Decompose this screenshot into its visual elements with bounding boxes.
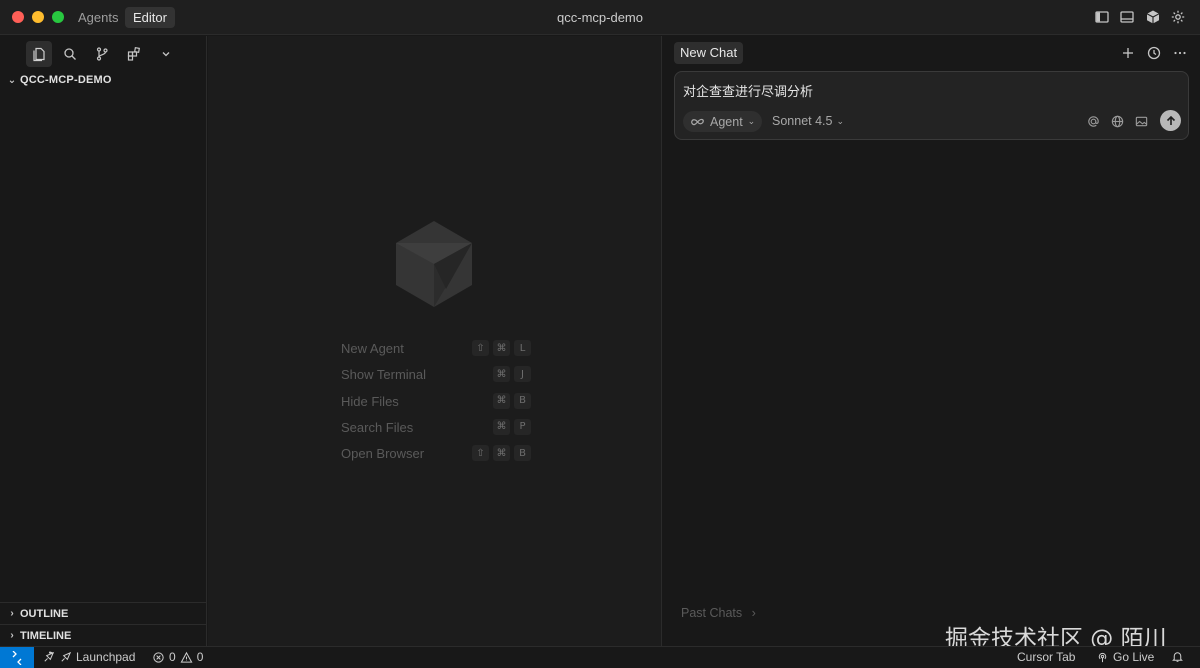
command-key: ⌘ xyxy=(493,392,510,409)
chevron-down-icon: ⌄ xyxy=(7,74,17,86)
letter-key: L xyxy=(514,340,531,356)
history-icon[interactable] xyxy=(1146,45,1162,61)
notifications-icon[interactable] xyxy=(1171,650,1184,663)
shortcut-search-files[interactable]: Search Files ⌘ P xyxy=(341,417,531,443)
letter-key: B xyxy=(514,445,531,462)
model-label: Sonnet 4.5 xyxy=(772,114,833,128)
status-bar: Launchpad 0 0 Cursor Tab Go Live xyxy=(0,646,1200,668)
rocket-icon xyxy=(61,651,72,662)
mention-icon[interactable] xyxy=(1086,114,1101,129)
go-live-item[interactable]: Go Live xyxy=(1096,650,1154,664)
folder-name: QCC-MCP-DEMO xyxy=(20,74,112,86)
warning-count: 0 xyxy=(196,650,204,664)
command-key: ⌘ xyxy=(493,366,510,383)
prompt-text[interactable]: 对企查查进行尽调分析 xyxy=(683,81,813,100)
chevron-down-icon: ⌄ xyxy=(747,116,756,126)
extensions-icon[interactable] xyxy=(121,41,147,67)
chat-composer[interactable]: 对企查查进行尽调分析 Agent ⌄ Sonnet 4.5 ⌄ xyxy=(674,71,1189,140)
chevron-down-icon: ⌄ xyxy=(836,115,845,126)
outline-section[interactable]: › OUTLINE xyxy=(0,602,206,624)
shift-key: ⇧ xyxy=(472,445,489,462)
shortcut-show-terminal[interactable]: Show Terminal ⌘ J xyxy=(341,364,531,390)
title-bar: Agents Editor qcc-mcp-demo xyxy=(0,0,1200,35)
chevron-down-icon[interactable] xyxy=(153,41,179,67)
launchpad-label: Launchpad xyxy=(76,650,136,664)
send-button[interactable] xyxy=(1160,110,1181,131)
warning-icon xyxy=(180,651,193,663)
plus-icon[interactable] xyxy=(1120,45,1136,61)
broadcast-icon xyxy=(1098,652,1107,662)
shortcut-label: Open Browser xyxy=(341,446,425,462)
infinity-icon xyxy=(691,118,704,125)
shortcut-label: New Agent xyxy=(341,341,404,356)
past-chats-label: Past Chats xyxy=(681,606,743,620)
command-key: ⌘ xyxy=(493,445,510,462)
cursor-tab-item[interactable]: Cursor Tab xyxy=(1017,650,1075,664)
command-key: ⌘ xyxy=(493,340,510,356)
cursor-tab-label: Cursor Tab xyxy=(1017,650,1076,664)
gear-icon[interactable] xyxy=(1170,9,1186,25)
chevron-right-icon: › xyxy=(751,606,756,620)
remote-indicator[interactable] xyxy=(0,647,34,668)
chat-panel: New Chat 对企查查进行尽调分析 Agent ⌄ Sonnet 4.5 ⌄ xyxy=(661,36,1200,652)
error-count: 0 xyxy=(169,650,176,664)
shift-key: ⇧ xyxy=(472,340,489,356)
source-control-icon[interactable] xyxy=(89,41,115,67)
error-icon xyxy=(153,651,164,663)
problems-item[interactable]: 0 0 xyxy=(152,650,203,664)
cursor-logo-icon xyxy=(396,221,472,307)
shortcut-hide-files[interactable]: Hide Files ⌘ B xyxy=(341,391,531,417)
command-key: ⌘ xyxy=(493,418,510,435)
shortcut-list: New Agent ⇧ ⌘ L Show Terminal ⌘ J Hide F… xyxy=(341,338,531,469)
search-icon[interactable] xyxy=(57,41,83,67)
launchpad-item[interactable]: Launchpad xyxy=(42,650,135,664)
shortcut-label: Search Files xyxy=(341,419,414,435)
past-chats-link[interactable]: Past Chats › xyxy=(681,606,756,620)
letter-key: J xyxy=(514,366,531,383)
window-title: qcc-mcp-demo xyxy=(557,10,643,25)
chevron-right-icon: › xyxy=(10,608,14,619)
editor-area: New Agent ⇧ ⌘ L Show Terminal ⌘ J Hide F… xyxy=(208,36,661,646)
shortcut-label: Hide Files xyxy=(341,393,399,409)
globe-icon[interactable] xyxy=(1110,114,1125,129)
more-icon[interactable] xyxy=(1172,45,1188,61)
image-icon[interactable] xyxy=(1134,114,1149,129)
go-live-label: Go Live xyxy=(1113,650,1155,664)
letter-key: P xyxy=(514,418,531,435)
arrow-up-icon xyxy=(1166,115,1175,125)
sidebar-toggle-icon[interactable] xyxy=(1094,9,1110,25)
timeline-section[interactable]: › TIMELINE xyxy=(0,624,206,646)
model-selector[interactable]: Sonnet 4.5 ⌄ xyxy=(772,114,844,128)
cube-icon[interactable] xyxy=(1145,9,1161,25)
tab-new-chat[interactable]: New Chat xyxy=(674,42,744,64)
letter-key: B xyxy=(514,392,531,409)
shortcut-open-browser[interactable]: Open Browser ⇧ ⌘ B xyxy=(341,443,531,469)
timeline-label: TIMELINE xyxy=(20,629,72,642)
shortcut-new-agent[interactable]: New Agent ⇧ ⌘ L xyxy=(341,338,531,364)
agent-mode-dropdown[interactable]: Agent ⌄ xyxy=(683,111,763,132)
agent-mode-label: Agent xyxy=(710,114,743,129)
outline-label: OUTLINE xyxy=(20,607,69,620)
sidebar: ⌄ QCC-MCP-DEMO › OUTLINE › TIMELINE xyxy=(0,36,207,646)
files-icon[interactable] xyxy=(26,41,52,67)
remote-icon xyxy=(12,650,22,665)
shortcut-label: Show Terminal xyxy=(341,367,427,383)
explorer-folder-header[interactable]: ⌄ QCC-MCP-DEMO xyxy=(6,74,112,86)
panel-toggle-icon[interactable] xyxy=(1119,9,1135,25)
chevron-right-icon: › xyxy=(10,630,14,641)
rocket-icon xyxy=(44,651,55,662)
